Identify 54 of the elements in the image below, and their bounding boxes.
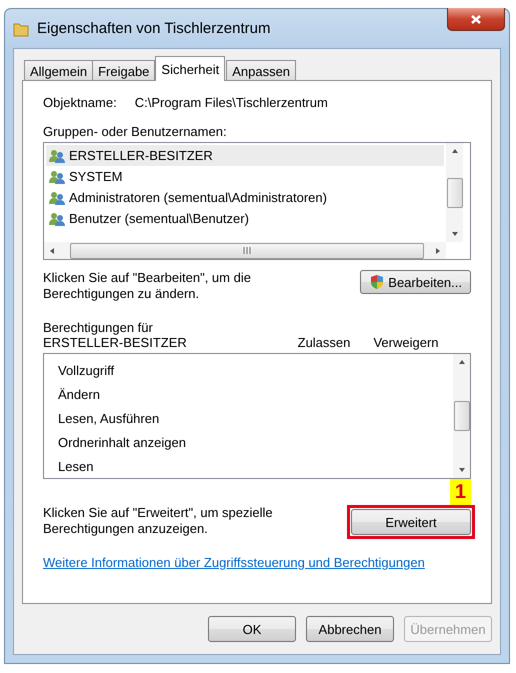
dialog-button[interactable]: OK <box>208 616 296 642</box>
user-name: Administratoren (sementual\Administratoren) <box>69 190 327 205</box>
object-name-value: C:\Program Files\Tischlerzentrum <box>134 95 328 110</box>
shield-icon <box>369 274 386 290</box>
vertical-scrollbar[interactable] <box>453 354 470 478</box>
scroll-down-arrow-icon[interactable] <box>450 230 458 238</box>
tab[interactable]: Freigabe <box>92 60 156 81</box>
annotation-badge: 1 <box>450 479 471 505</box>
edit-button[interactable]: Bearbeiten... <box>360 270 471 294</box>
close-button[interactable] <box>447 8 505 31</box>
users-icon <box>48 212 66 226</box>
scroll-up-arrow-icon[interactable] <box>458 358 466 366</box>
permission-name: Lesen, Ausführen <box>58 410 160 428</box>
permissions-label: Berechtigungen für <box>43 320 154 335</box>
advanced-hint: Klicken Sie auf "Erweitert", um spezielle Berechtigungen anzuzeigen. <box>43 505 273 537</box>
horizontal-scrollbar[interactable] <box>44 242 446 259</box>
user-list-item[interactable]: Benutzer (sementual\Benutzer) <box>46 208 444 229</box>
folder-icon <box>13 20 29 36</box>
scroll-right-arrow-icon[interactable] <box>434 246 442 254</box>
permission-name: Vollzugriff <box>58 362 116 380</box>
scroll-up-arrow-icon[interactable] <box>450 147 458 155</box>
scrollbar-thumb[interactable] <box>454 401 470 431</box>
permission-name: Ändern <box>58 386 101 404</box>
scroll-down-arrow-icon[interactable] <box>458 466 466 474</box>
scroll-left-arrow-icon[interactable] <box>48 246 56 254</box>
scrollbar-thumb[interactable] <box>70 242 424 258</box>
user-name: SYSTEM <box>69 169 122 184</box>
advanced-button[interactable]: Erweitert <box>351 509 471 535</box>
user-list-item[interactable]: Administratoren (sementual\Administratoren) <box>46 187 444 208</box>
column-header: Verweigern <box>372 335 440 350</box>
dialog-button[interactable]: Abbrechen <box>306 616 394 642</box>
object-name-label: Objektname: <box>43 95 117 110</box>
tab[interactable]: Anpassen <box>226 60 296 81</box>
column-header: Zulassen <box>296 335 352 350</box>
permissions-user: ERSTELLER-BESITZER <box>43 335 188 350</box>
users-icon <box>48 148 66 162</box>
user-list-item[interactable]: SYSTEM <box>46 166 444 187</box>
tab[interactable]: Sicherheit <box>155 56 226 81</box>
user-name: ERSTELLER-BESITZER <box>69 148 213 163</box>
users-icon <box>48 170 66 184</box>
info-link[interactable]: Weitere Informationen über Zugriffssteuerung und Berechtigungen <box>43 555 471 570</box>
edit-hint: Klicken Sie auf "Bearbeiten", um die Berechtigungen zu ändern. <box>43 270 252 302</box>
groups-label: Gruppen- oder Benutzernamen: <box>43 124 228 139</box>
grip-icon <box>243 247 251 254</box>
vertical-scrollbar[interactable] <box>446 143 463 242</box>
user-name: Benutzer (sementual\Benutzer) <box>69 211 249 226</box>
user-list-item[interactable]: ERSTELLER-BESITZER <box>46 145 444 166</box>
tab[interactable]: Allgemein <box>24 60 94 81</box>
scrollbar-thumb[interactable] <box>446 178 462 208</box>
users-icon <box>48 190 66 204</box>
permission-name: Lesen <box>58 458 94 476</box>
close-icon <box>470 14 482 24</box>
window-title: Eigenschaften von Tischlerzentrum <box>37 20 270 37</box>
permission-name: Ordnerinhalt anzeigen <box>58 434 187 452</box>
